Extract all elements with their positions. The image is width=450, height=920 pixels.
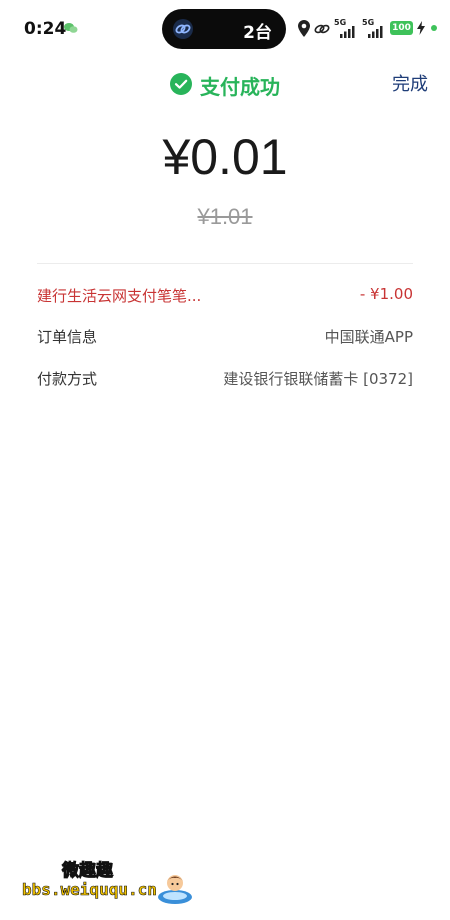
paid-amount: ¥0.01 (162, 129, 288, 185)
payment-result-screen: 0:24 2台 5G 5G 100 支付成功 完成 ¥0.01 ¥1.01 建行… (0, 0, 450, 920)
watermark-title: 微趣趣 (62, 861, 114, 882)
order-info-label: 订单信息 (37, 328, 98, 346)
payment-method-label: 付款方式 (37, 370, 98, 388)
privacy-dot (431, 25, 437, 31)
charging-bolt-icon (417, 21, 425, 35)
order-info-row[interactable]: 订单信息 中国联通APP (37, 326, 413, 352)
status-icons: 5G 5G 100 (298, 18, 448, 40)
discount-value: - ¥1.00 (359, 285, 413, 303)
signal-2-icon (368, 26, 383, 38)
success-header: 支付成功 (0, 68, 450, 100)
original-amount: ¥1.01 (197, 204, 253, 229)
connection-link-icon (173, 19, 193, 39)
divider (37, 263, 413, 264)
payment-method-value: 建设银行银联储蓄卡 [0372] (223, 370, 413, 388)
watermark: 微趣趣 bbs.weiququ.cn (20, 852, 200, 912)
discount-label: 建行生活云网支付笔笔... (37, 287, 202, 305)
payment-method-row[interactable]: 付款方式 建设银行银联储蓄卡 [0372] (37, 368, 413, 394)
status-time: 0:24 (24, 19, 67, 39)
order-info-value: 中国联通APP (324, 328, 413, 346)
done-button[interactable]: 完成 (392, 70, 428, 96)
signal-1-icon (340, 26, 355, 38)
discount-row[interactable]: 建行生活云网支付笔笔... - ¥1.00 (37, 285, 413, 311)
battery-indicator: 100 (390, 21, 413, 35)
wechat-notification-icon (64, 23, 78, 33)
dynamic-island[interactable]: 2台 (162, 9, 286, 49)
payment-success-title: 支付成功 (200, 75, 280, 99)
watermark-url: bbs.weiququ.cn (22, 880, 157, 900)
check-circle-icon (170, 73, 192, 95)
mascot-icon (158, 875, 192, 904)
status-bar: 0:24 2台 5G 5G 100 (0, 0, 450, 58)
hotspot-link-icon (314, 24, 330, 34)
island-device-count: 2台 (243, 23, 272, 43)
location-icon (298, 20, 310, 37)
